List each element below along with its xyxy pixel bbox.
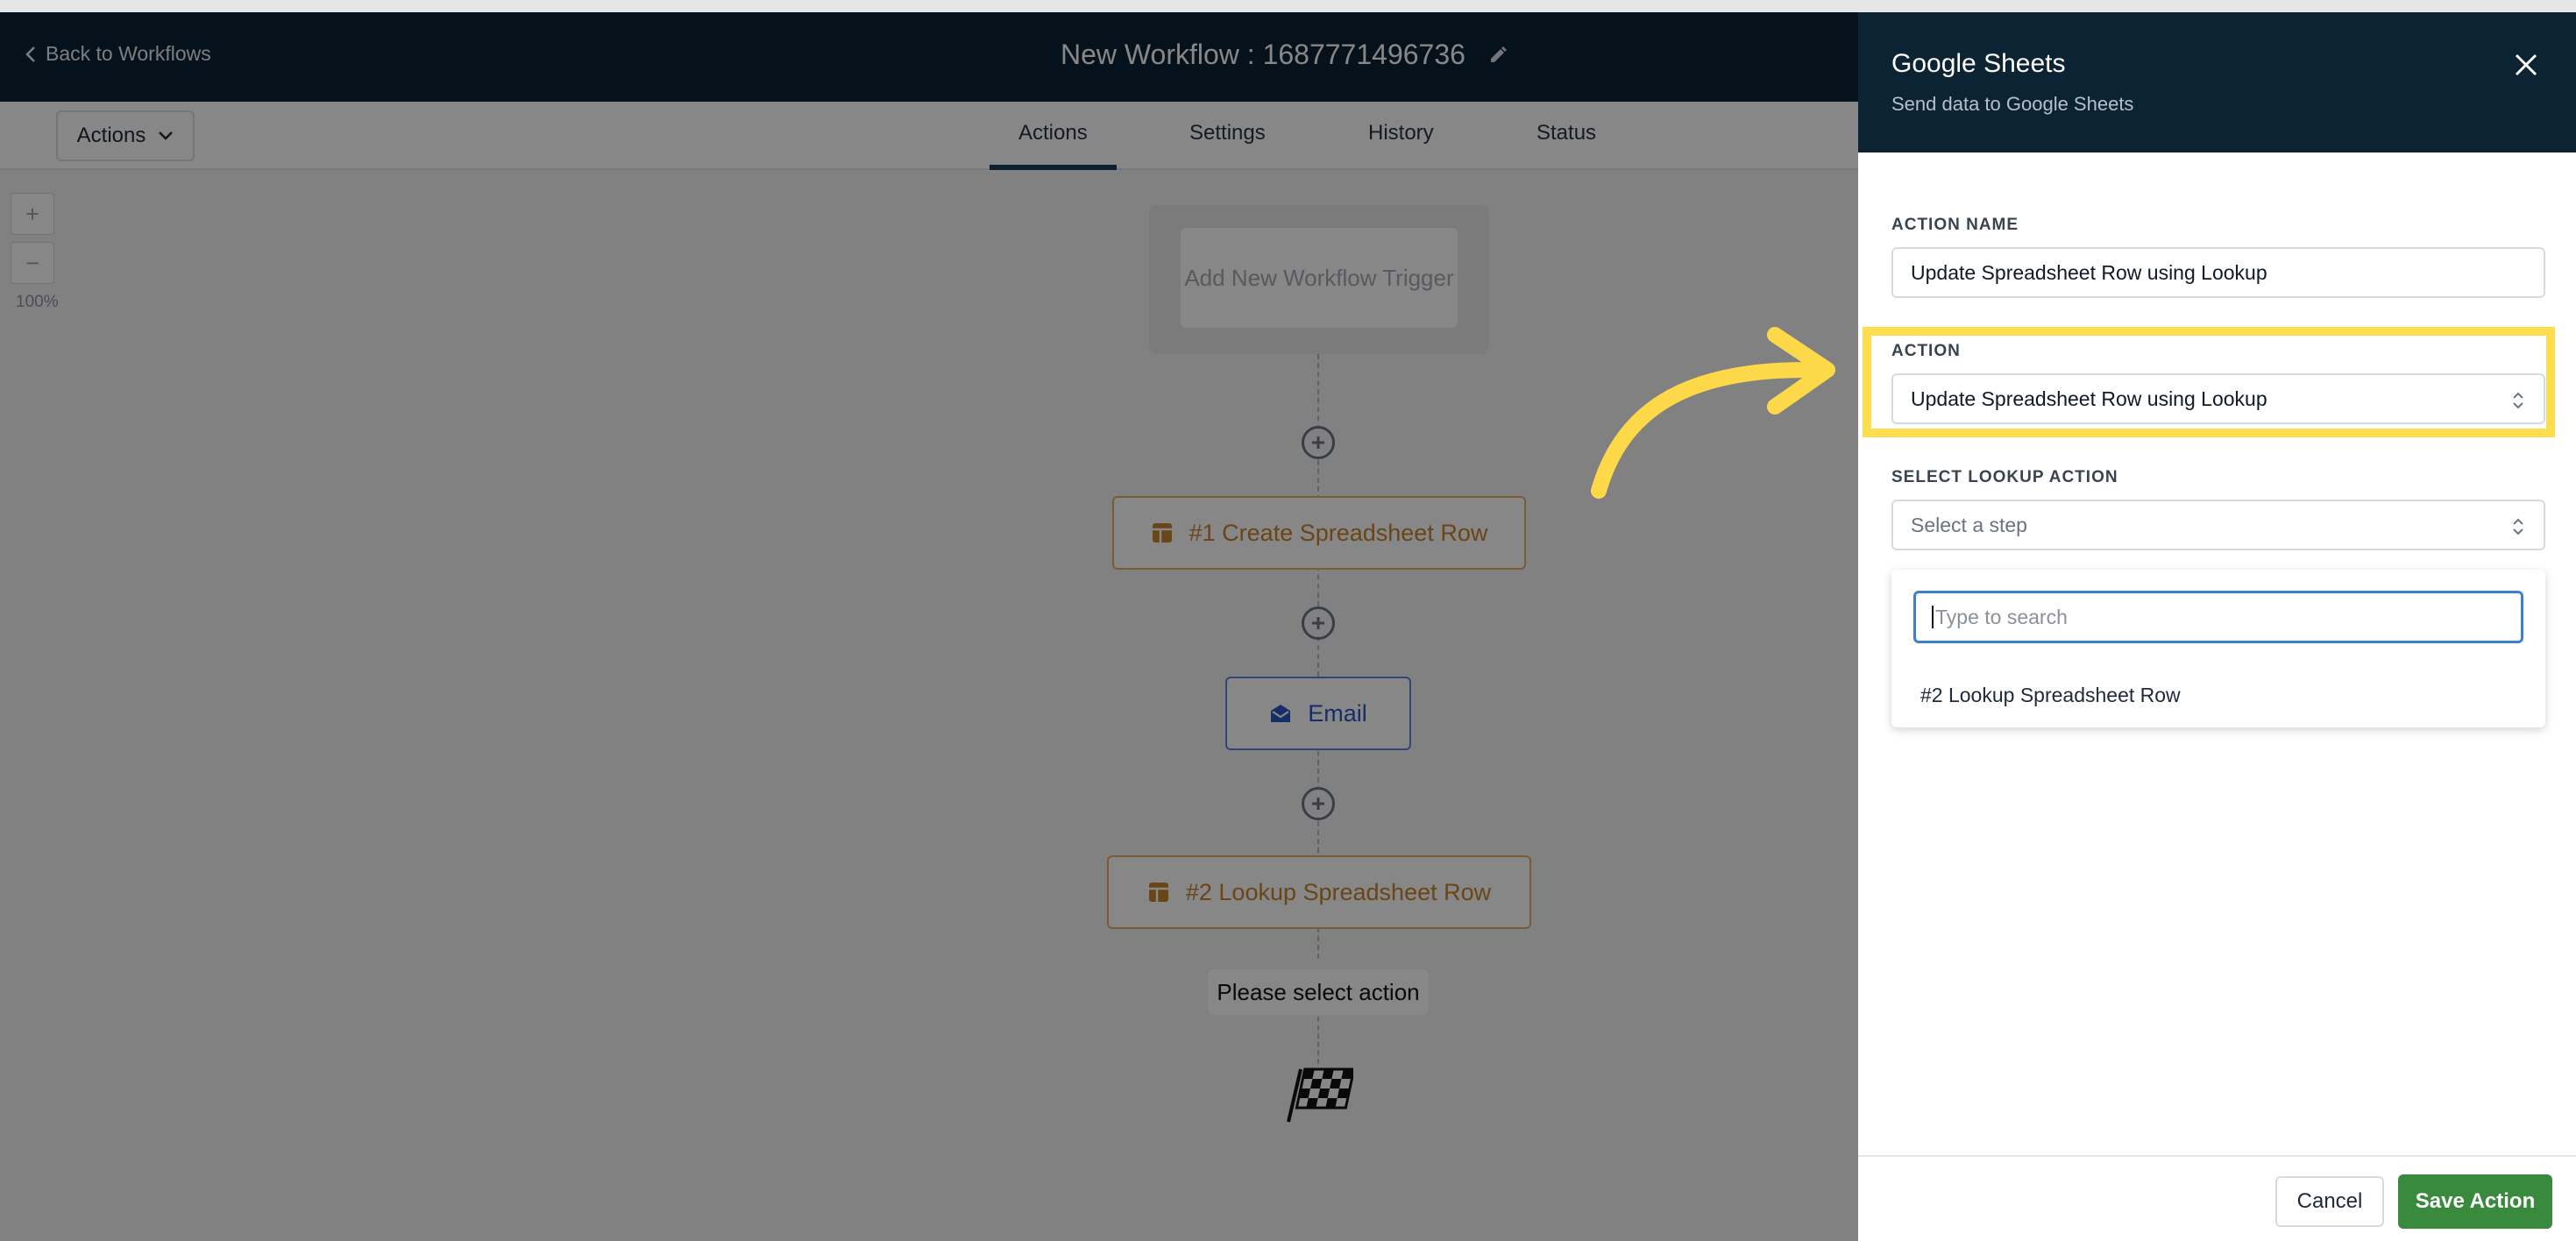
zoom-level: 100% <box>16 293 59 311</box>
browser-top-strip <box>0 0 2576 12</box>
workflow-title-text: New Workflow : 1687771496736 <box>1061 39 1465 70</box>
chevron-updown-icon <box>2513 518 2523 535</box>
save-action-button[interactable]: Save Action <box>2398 1174 2552 1229</box>
dropdown-option[interactable]: #2 Lookup Spreadsheet Row <box>1920 684 2181 707</box>
tab-actions[interactable]: Actions <box>1018 121 1088 145</box>
drawer-header: Google Sheets Send data to Google Sheets <box>1858 12 2576 152</box>
actions-dropdown-label: Actions <box>76 124 146 147</box>
workflow-tab-bar: Actions Actions Settings History Status <box>0 102 1858 170</box>
action-name-input[interactable]: Update Spreadsheet Row using Lookup <box>1891 247 2545 298</box>
trigger-container: Add New Workflow Trigger <box>1149 205 1489 354</box>
text-caret <box>1932 606 1934 628</box>
pencil-icon[interactable] <box>1488 46 1508 65</box>
plus-icon <box>1312 617 1324 629</box>
add-step-button[interactable] <box>1302 606 1335 640</box>
dropdown-search-input[interactable]: Type to search <box>1913 591 2523 643</box>
action-name-value: Update Spreadsheet Row using Lookup <box>1911 260 2267 284</box>
drawer-subtitle: Send data to Google Sheets <box>1891 93 2134 115</box>
select-action-placeholder[interactable]: Please select action <box>1208 969 1429 1015</box>
actions-dropdown[interactable]: Actions <box>56 110 195 161</box>
spreadsheet-icon <box>1148 883 1168 902</box>
action-drawer: Google Sheets Send data to Google Sheets… <box>1858 12 2576 1241</box>
search-placeholder: Type to search <box>1935 605 2068 628</box>
plus-icon <box>1312 436 1324 449</box>
chevron-down-icon <box>159 131 174 140</box>
tab-settings[interactable]: Settings <box>1189 121 1266 145</box>
tab-history[interactable]: History <box>1368 121 1434 145</box>
plus-icon <box>1312 798 1324 810</box>
cancel-button[interactable]: Cancel <box>2275 1176 2384 1227</box>
action-name-label: ACTION NAME <box>1891 216 2019 234</box>
close-icon[interactable] <box>2512 51 2540 79</box>
lookup-select-placeholder: Select a step <box>1911 513 2027 536</box>
tab-status[interactable]: Status <box>1536 121 1596 145</box>
lookup-dropdown-panel: Type to search #2 Lookup Spreadsheet Row <box>1891 570 2545 727</box>
highlight-frame <box>1863 327 2555 437</box>
add-trigger-button[interactable]: Add New Workflow Trigger <box>1181 228 1458 328</box>
lookup-action-select[interactable]: Select a step <box>1891 500 2545 550</box>
node-label: #2 Lookup Spreadsheet Row <box>1185 878 1492 905</box>
back-link-label: Back to Workflows <box>46 42 211 65</box>
finish-flag-icon <box>1287 1067 1353 1123</box>
email-icon <box>1271 705 1291 722</box>
node-label: #1 Create Spreadsheet Row <box>1189 519 1488 546</box>
drawer-footer: Cancel Save Action <box>1858 1155 2576 1241</box>
back-to-workflows-link[interactable]: Back to Workflows <box>25 42 211 66</box>
spreadsheet-icon <box>1152 523 1172 542</box>
add-step-button[interactable] <box>1302 787 1335 820</box>
add-step-button[interactable] <box>1302 426 1335 459</box>
workflow-title: New Workflow : 1687771496736 <box>1061 39 1508 71</box>
pointer-arrow-icon <box>1591 327 1835 499</box>
workflow-node-create-row[interactable]: #1 Create Spreadsheet Row <box>1112 496 1526 570</box>
workflow-header: Back to Workflows New Workflow : 1687771… <box>0 12 1858 102</box>
drawer-title: Google Sheets <box>1891 49 2066 78</box>
chevron-left-icon <box>25 46 35 62</box>
flow-connector-line <box>1317 1017 1319 1064</box>
node-label: Email <box>1308 699 1367 727</box>
zoom-in-button[interactable]: + <box>11 193 54 235</box>
zoom-out-button[interactable]: − <box>11 242 54 284</box>
workflow-node-email[interactable]: Email <box>1225 677 1411 750</box>
lookup-action-label: SELECT LOOKUP ACTION <box>1891 468 2118 486</box>
workflow-node-lookup-row[interactable]: #2 Lookup Spreadsheet Row <box>1107 855 1531 929</box>
